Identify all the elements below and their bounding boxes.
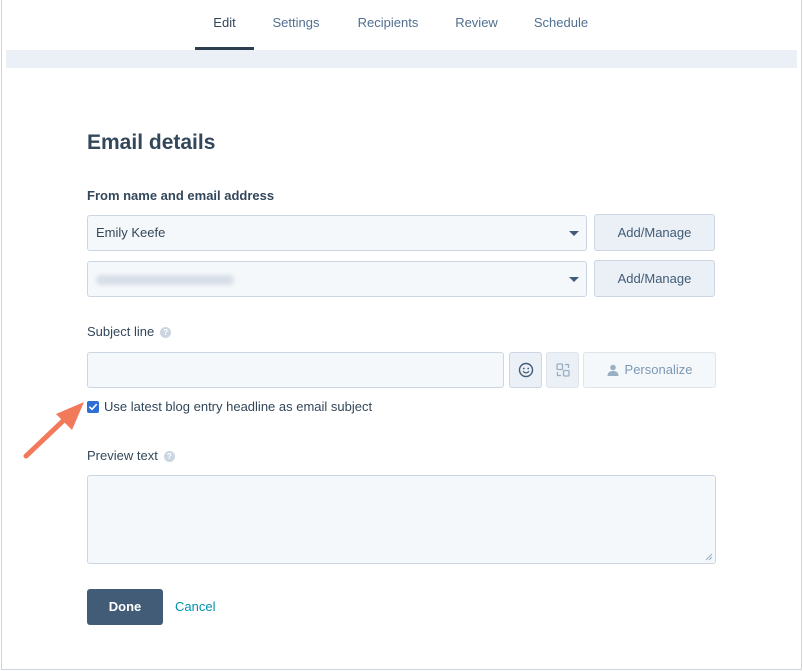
- snippet-button[interactable]: [546, 352, 579, 388]
- from-name-select[interactable]: Emily Keefe: [87, 215, 587, 251]
- tab-schedule[interactable]: Schedule: [527, 0, 595, 50]
- add-manage-name-button[interactable]: Add/Manage: [594, 214, 715, 251]
- emoji-icon: [518, 362, 533, 378]
- from-name-value: Emily Keefe: [96, 225, 166, 240]
- preview-label-row: Preview text?: [87, 448, 175, 463]
- subject-label-row: Subject line?: [87, 324, 172, 339]
- snippet-icon: [555, 363, 570, 377]
- personalize-button[interactable]: Personalize: [583, 352, 716, 388]
- dropdown-caret-icon: [569, 277, 579, 282]
- tab-settings[interactable]: Settings: [266, 0, 326, 50]
- page-title: Email details: [87, 131, 216, 154]
- tab-bar: Edit Settings Recipients Review Schedule: [0, 0, 803, 50]
- blog-headline-checkbox-label[interactable]: Use latest blog entry headline as email …: [104, 399, 372, 414]
- resize-handle-icon[interactable]: [705, 553, 713, 561]
- personalize-label: Personalize: [624, 362, 693, 377]
- header-divider-band: [6, 50, 797, 68]
- tab-review[interactable]: Review: [448, 0, 505, 50]
- person-icon: [607, 364, 619, 376]
- emoji-button[interactable]: [509, 352, 542, 388]
- help-icon[interactable]: ?: [163, 451, 175, 462]
- preview-label: Preview text: [87, 448, 158, 463]
- add-manage-email-button[interactable]: Add/Manage: [594, 260, 715, 297]
- tab-edit[interactable]: Edit: [195, 0, 254, 50]
- subject-input[interactable]: [87, 352, 504, 388]
- cancel-link[interactable]: Cancel: [175, 599, 215, 614]
- help-icon[interactable]: ?: [160, 327, 172, 338]
- annotation-arrow-icon: [23, 402, 84, 459]
- redacted-email-blur: [96, 275, 234, 285]
- from-email-select[interactable]: [87, 261, 587, 297]
- preview-textarea[interactable]: [87, 475, 716, 564]
- done-button[interactable]: Done: [87, 589, 163, 625]
- dropdown-caret-icon: [569, 231, 579, 236]
- subject-label: Subject line: [87, 324, 155, 339]
- tab-recipients[interactable]: Recipients: [349, 0, 427, 50]
- from-label: From name and email address: [87, 188, 275, 203]
